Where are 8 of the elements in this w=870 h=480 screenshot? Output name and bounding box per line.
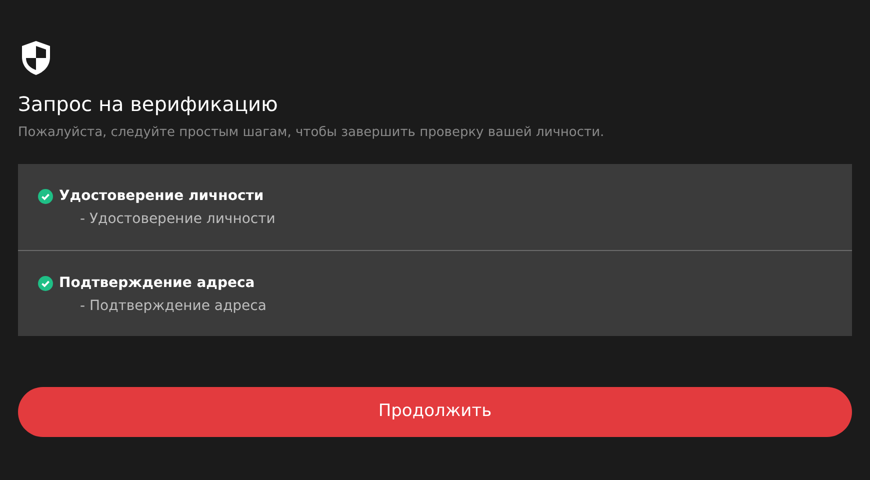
step-title: Удостоверение личности xyxy=(59,187,264,206)
step-detail: - Удостоверение личности xyxy=(80,210,276,229)
page-subtitle: Пожалуйста, следуйте простым шагам, чтобы завершить проверку вашей личности. xyxy=(18,124,606,142)
step-detail: - Подтверждение адреса xyxy=(80,297,268,316)
continue-button[interactable]: Продолжить xyxy=(18,387,852,437)
page-title: Запрос на верификацию xyxy=(18,91,279,118)
step-title: Подтверждение адреса xyxy=(59,274,255,293)
shield-icon xyxy=(20,40,52,76)
